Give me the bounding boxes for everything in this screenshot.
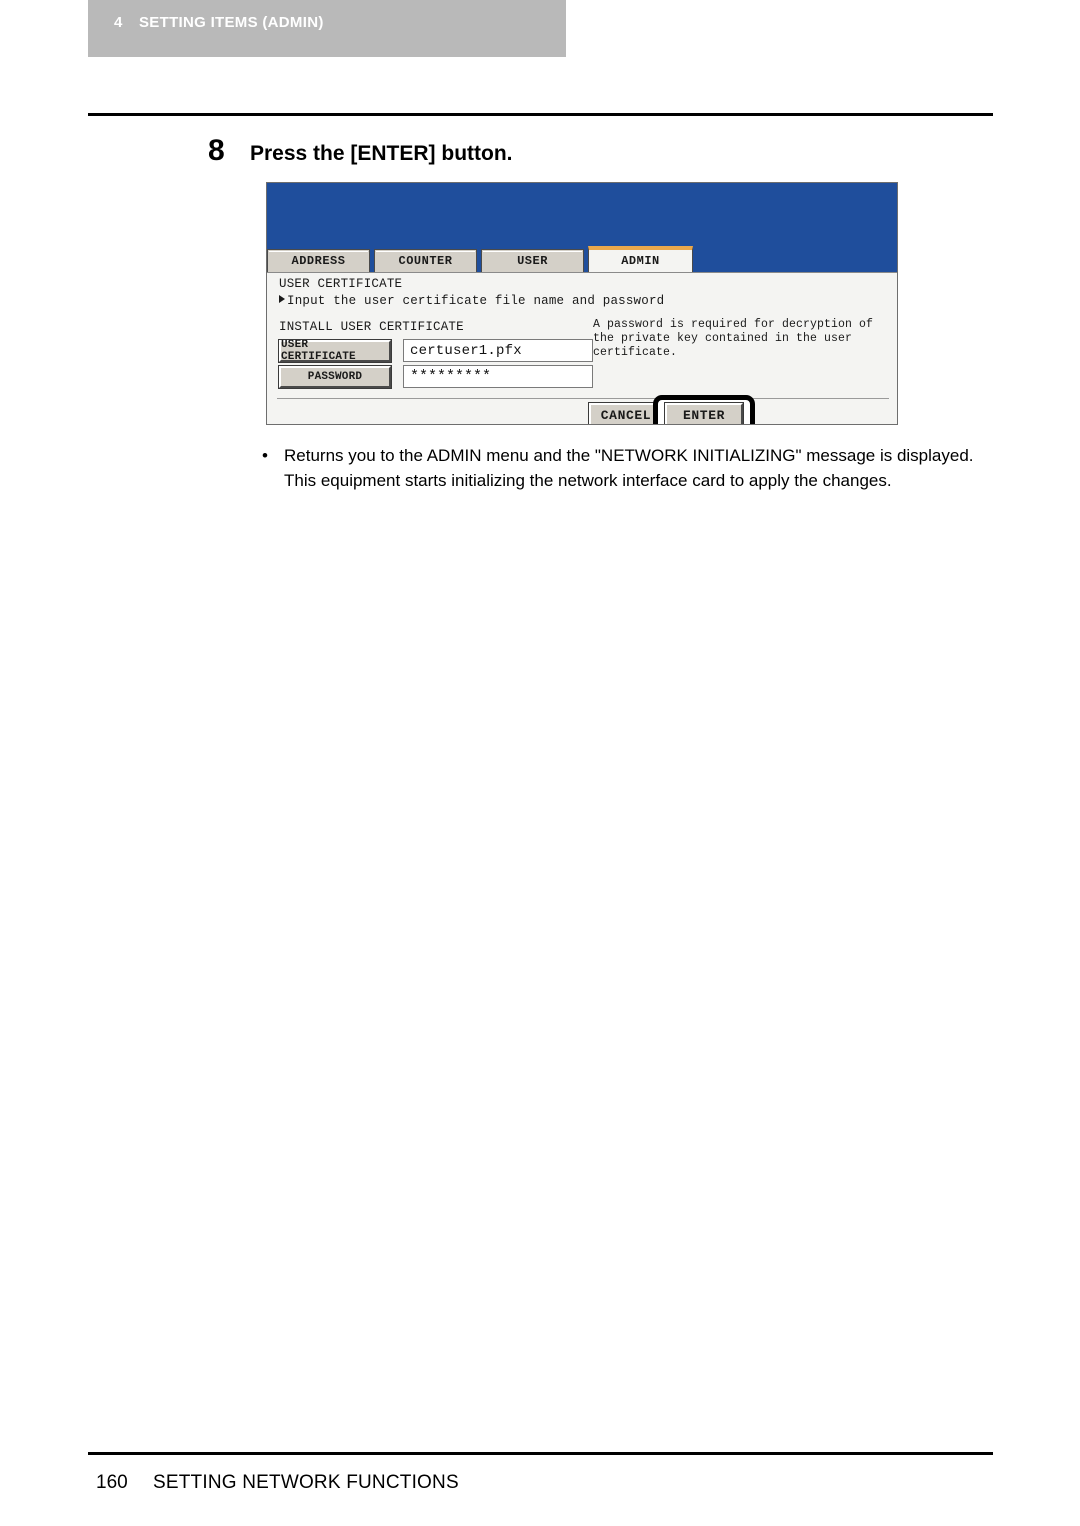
enter-button[interactable]: ENTER (664, 402, 744, 424)
password-button[interactable]: PASSWORD (278, 364, 392, 389)
step-instruction-title: Press the [ENTER] button. (250, 142, 513, 165)
step-number: 8 (208, 134, 225, 167)
device-screen-title: USER CERTIFICATE (279, 277, 403, 291)
tab-highlight (376, 251, 475, 252)
tab-counter-label: COUNTER (398, 254, 453, 268)
cancel-button[interactable]: CANCEL (588, 402, 664, 424)
chapter-title: SETTING ITEMS (ADMIN) (139, 14, 324, 31)
tab-user[interactable]: USER (481, 249, 584, 272)
user-certificate-row: USER CERTIFICATE certuser1.pfx (278, 338, 593, 363)
device-instruction-text: Input the user certificate file name and… (287, 294, 665, 308)
install-section-label: INSTALL USER CERTIFICATE (279, 320, 464, 334)
tab-admin-label: ADMIN (621, 254, 660, 268)
running-header-bar: 4 SETTING ITEMS (ADMIN) (88, 0, 566, 57)
device-tab-bar: ADDRESS COUNTER USER ADMIN (267, 246, 897, 272)
running-header-text: 4 SETTING ITEMS (ADMIN) (114, 14, 324, 32)
note-text: Returns you to the ADMIN menu and the "N… (284, 446, 974, 490)
device-instruction-line: Input the user certificate file name and… (279, 294, 664, 308)
enter-button-callout-ring: ENTER (653, 395, 755, 424)
tab-address-label: ADDRESS (291, 254, 346, 268)
note-bullet-item: • Returns you to the ADMIN menu and the … (262, 444, 1002, 493)
chapter-number: 4 (114, 14, 123, 31)
password-input[interactable]: ********* (403, 365, 593, 388)
device-screen-body: USER CERTIFICATE Input the user certific… (267, 272, 897, 424)
header-divider-rule (88, 113, 993, 116)
triangle-bullet-icon (279, 295, 285, 303)
footer-divider-rule (88, 1452, 993, 1455)
bullet-marker-icon: • (262, 446, 268, 465)
tab-admin[interactable]: ADMIN (588, 246, 693, 272)
footer-section-title: SETTING NETWORK FUNCTIONS (153, 1472, 459, 1493)
page-footer: 160 SETTING NETWORK FUNCTIONS (96, 1472, 459, 1494)
password-row: PASSWORD ********* (278, 364, 593, 389)
tab-highlight (483, 251, 582, 252)
tab-counter[interactable]: COUNTER (374, 249, 477, 272)
tab-user-label: USER (517, 254, 548, 268)
page-number: 160 (96, 1472, 128, 1493)
step-heading: 8 Press the [ENTER] button. (208, 136, 968, 166)
user-certificate-button[interactable]: USER CERTIFICATE (278, 338, 392, 363)
device-action-bar: CANCEL ENTER (267, 395, 897, 424)
tab-address[interactable]: ADDRESS (267, 249, 370, 272)
device-screen-figure: ADDRESS COUNTER USER ADMIN USER CERTIFIC… (266, 182, 898, 425)
device-help-text: A password is required for decryption of… (593, 318, 874, 360)
device-screen-header-area (267, 183, 897, 246)
user-certificate-input[interactable]: certuser1.pfx (403, 339, 593, 362)
tab-highlight (269, 251, 368, 252)
